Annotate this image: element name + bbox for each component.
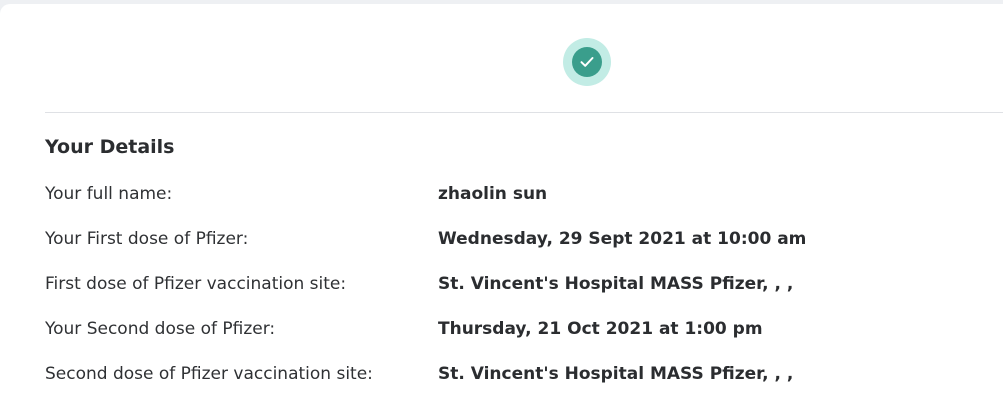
section-title: Your Details	[45, 136, 175, 158]
detail-label: Second dose of Pfizer vaccination site:	[45, 364, 373, 384]
details-list: Your full name: zhaolin sun Your First d…	[45, 184, 995, 409]
success-badge	[563, 38, 611, 86]
detail-label: Your full name:	[45, 184, 173, 204]
detail-value: Thursday, 21 Oct 2021 at 1:00 pm	[438, 319, 763, 339]
detail-value: zhaolin sun	[438, 184, 548, 204]
detail-label: Your Second dose of Pfizer:	[45, 319, 276, 339]
detail-row-first-dose: Your First dose of Pfizer: Wednesday, 29…	[45, 229, 995, 274]
detail-label: First dose of Pfizer vaccination site:	[45, 274, 347, 294]
check-circle-icon	[572, 47, 602, 77]
checkmark-icon	[580, 57, 594, 67]
detail-label: Your First dose of Pfizer:	[45, 229, 249, 249]
detail-value: St. Vincent's Hospital MASS Pfizer, , ,	[438, 364, 794, 384]
detail-row-first-dose-site: First dose of Pfizer vaccination site: S…	[45, 274, 995, 319]
detail-row-second-dose-site: Second dose of Pfizer vaccination site: …	[45, 364, 995, 409]
detail-value: St. Vincent's Hospital MASS Pfizer, , ,	[438, 274, 794, 294]
detail-row-second-dose: Your Second dose of Pfizer: Thursday, 21…	[45, 319, 995, 364]
confirmation-card: Your Details Your full name: zhaolin sun…	[0, 4, 1003, 416]
detail-value: Wednesday, 29 Sept 2021 at 10:00 am	[438, 229, 807, 249]
divider	[45, 112, 1003, 113]
detail-row-full-name: Your full name: zhaolin sun	[45, 184, 995, 229]
